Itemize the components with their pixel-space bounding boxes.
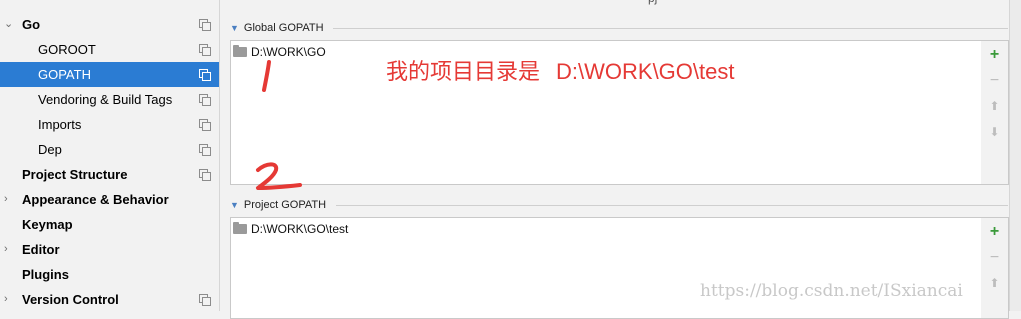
project-gopath-header[interactable]: ▼ Project GOPATH xyxy=(230,197,326,213)
section-title: Global GOPATH xyxy=(243,22,324,34)
copy-icon xyxy=(199,119,211,131)
sidebar-item-editor[interactable]: › Editor xyxy=(0,237,219,262)
list-item[interactable]: D:\WORK\GO xyxy=(233,43,326,61)
sidebar-item-label: Keymap xyxy=(22,217,73,232)
copy-icon xyxy=(199,69,211,81)
triangle-down-icon[interactable]: ▼ xyxy=(230,200,239,210)
annotation-path: D:\WORK\GO\test xyxy=(556,59,735,84)
sidebar-item-label: Go xyxy=(22,17,41,32)
sidebar-item-goroot[interactable]: GOROOT xyxy=(0,37,219,62)
copy-icon xyxy=(199,19,211,31)
sidebar-item-label: Appearance & Behavior xyxy=(22,192,169,207)
path-text: D:\WORK\GO\test xyxy=(251,222,349,236)
list-item[interactable]: D:\WORK\GO\test xyxy=(233,220,348,238)
folder-icon xyxy=(233,222,247,234)
remove-path-button[interactable]: − xyxy=(987,250,1002,266)
chevron-right-icon[interactable]: › xyxy=(4,187,14,212)
copy-icon xyxy=(199,44,211,56)
copy-icon xyxy=(199,169,211,181)
global-gopath-header[interactable]: ▼ Global GOPATH xyxy=(230,20,324,36)
sidebar-item-label: Vendoring & Build Tags xyxy=(38,92,173,107)
sidebar-item-label: Version Control xyxy=(22,292,119,307)
move-up-button[interactable]: ⬆ xyxy=(987,99,1002,114)
move-down-button[interactable]: ⬇ xyxy=(987,125,1002,140)
chevron-right-icon[interactable]: › xyxy=(4,287,14,312)
copy-icon xyxy=(199,294,211,306)
copy-icon xyxy=(199,144,211,156)
move-up-button[interactable]: ⬆ xyxy=(987,276,1002,291)
sidebar-item-label: Imports xyxy=(38,117,82,132)
cut-off-text: pj xyxy=(648,0,657,5)
section-divider xyxy=(333,28,1008,29)
top-strip: pj xyxy=(220,0,1021,8)
copy-icon xyxy=(199,94,211,106)
sidebar-item-label: GOPATH xyxy=(38,67,91,82)
annotation-caption: 我的项目目录是 xyxy=(386,60,541,85)
sidebar-item-keymap[interactable]: Keymap xyxy=(0,212,219,237)
sidebar-item-appearance[interactable]: › Appearance & Behavior xyxy=(0,187,219,212)
sidebar-item-version-control[interactable]: › Version Control xyxy=(0,287,219,312)
sidebar-item-label: Dep xyxy=(38,142,62,157)
sidebar-item-label: Project Structure xyxy=(22,167,128,182)
annotation-text: 我的项目目录是 D:\WORK\GO\test xyxy=(386,54,734,86)
vertical-scrollbar[interactable] xyxy=(1009,0,1021,311)
sidebar-item-label: Editor xyxy=(22,242,60,257)
sidebar-item-label: Plugins xyxy=(22,267,69,282)
chevron-down-icon[interactable]: ⌄ xyxy=(4,12,14,37)
triangle-down-icon[interactable]: ▼ xyxy=(230,23,239,33)
sidebar-item-project-structure[interactable]: Project Structure xyxy=(0,162,219,187)
sidebar-item-label: GOROOT xyxy=(38,42,96,57)
sidebar-item-imports[interactable]: Imports xyxy=(0,112,219,137)
sidebar-item-dep[interactable]: Dep xyxy=(0,137,219,162)
add-path-button[interactable]: + xyxy=(987,47,1002,63)
sidebar-item-vendoring[interactable]: Vendoring & Build Tags xyxy=(0,87,219,112)
sidebar-item-gopath[interactable]: GOPATH xyxy=(0,62,219,87)
project-gopath-list[interactable]: D:\WORK\GO\test xyxy=(230,217,983,319)
sidebar-item-plugins[interactable]: Plugins xyxy=(0,262,219,287)
section-title: Project GOPATH xyxy=(243,199,327,211)
folder-icon xyxy=(233,45,247,57)
remove-path-button[interactable]: − xyxy=(987,73,1002,89)
path-text: D:\WORK\GO xyxy=(251,45,326,59)
chevron-right-icon[interactable]: › xyxy=(4,237,14,262)
sidebar-item-go[interactable]: ⌄ Go xyxy=(0,12,219,37)
section-divider xyxy=(336,205,1008,206)
watermark: https://blog.csdn.net/ISxiancai xyxy=(700,281,963,301)
project-gopath-toolbar: + − ⬆ xyxy=(981,217,1009,319)
add-path-button[interactable]: + xyxy=(987,224,1002,240)
global-gopath-toolbar: + − ⬆ ⬇ xyxy=(981,40,1009,185)
settings-sidebar: ⌄ Go GOROOT GOPATH Vendoring & Build Tag… xyxy=(0,0,220,311)
